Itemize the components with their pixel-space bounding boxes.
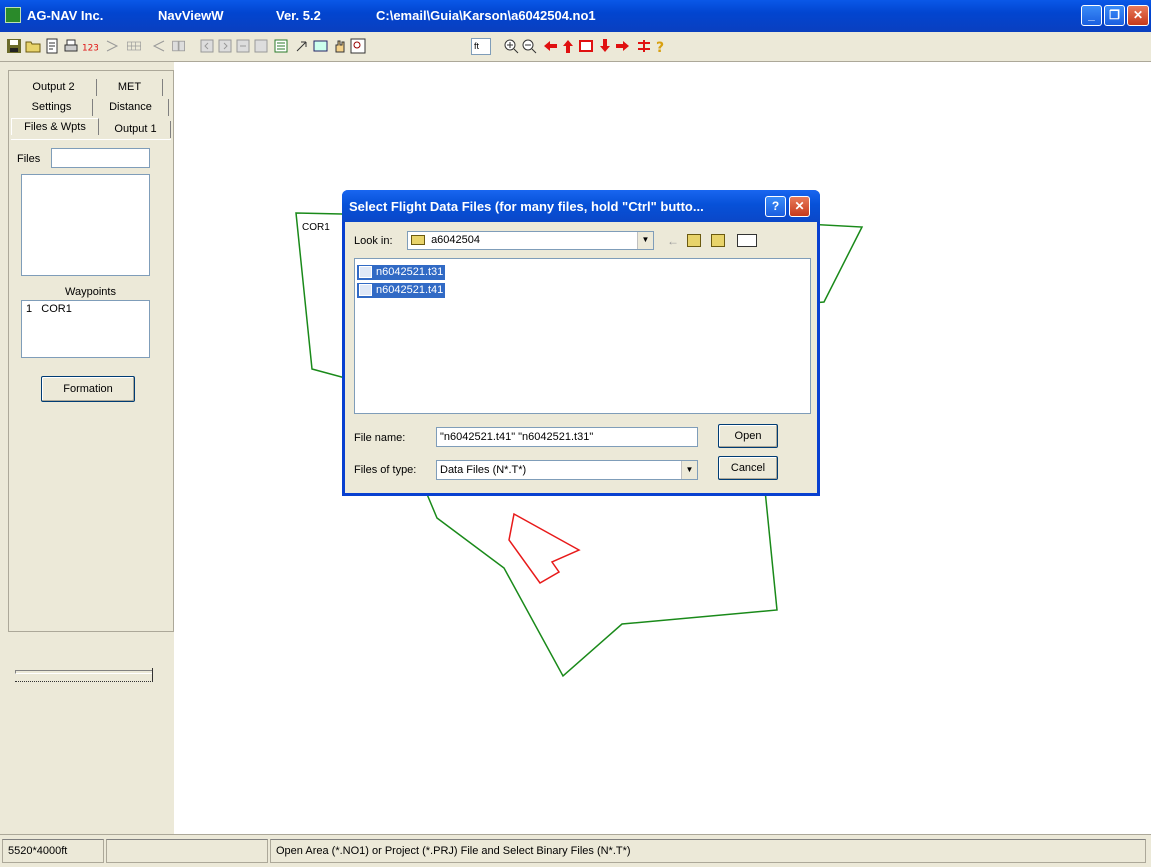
file-name: n6042521.t31 <box>376 266 444 278</box>
status-bar: 5520*4000ft Open Area (*.NO1) or Project… <box>0 834 1151 867</box>
files-of-type-select[interactable]: Data Files (N*.T*) ▼ <box>436 460 698 480</box>
help-icon[interactable]: ? <box>653 37 669 55</box>
app-icon <box>5 7 21 23</box>
tab-output-1[interactable]: Output 1 <box>101 121 171 138</box>
files-list[interactable] <box>21 174 150 276</box>
file-path: C:\email\Guia\Karson\a6042504.no1 <box>376 8 596 23</box>
back-icon[interactable]: ← <box>667 234 681 248</box>
files-label: Files <box>17 153 41 165</box>
status-message: Open Area (*.NO1) or Project (*.PRJ) Fil… <box>270 839 1146 863</box>
list-icon[interactable] <box>273 37 289 55</box>
center-icon[interactable] <box>578 37 594 55</box>
dialog-title: Select Flight Data Files (for many files… <box>349 199 704 214</box>
files-wpts-panel: Files Waypoints 1 COR1 Formation <box>11 139 171 682</box>
square-icon-4[interactable] <box>253 37 269 55</box>
open-folder-icon[interactable] <box>25 37 41 55</box>
book-icon[interactable] <box>169 37 189 55</box>
title-bar: AG-NAV Inc. NavViewW Ver. 5.2 C:\email\G… <box>0 0 1151 32</box>
svg-text:?: ? <box>656 40 664 54</box>
app-name: NavViewW <box>158 8 224 23</box>
select-files-dialog: Select Flight Data Files (for many files… <box>342 190 820 496</box>
file-list[interactable]: n6042521.t31 n6042521.t41 <box>354 258 811 414</box>
company-name: AG-NAV Inc. <box>27 8 104 23</box>
status-blank <box>106 839 268 863</box>
arrow-left-icon[interactable] <box>542 37 558 55</box>
polygon-label: COR1 <box>302 222 330 233</box>
slider[interactable] <box>15 668 153 684</box>
new-folder-icon[interactable] <box>711 234 725 247</box>
status-dimensions: 5520*4000ft <box>2 839 104 863</box>
file-name-label: File name: <box>354 432 406 444</box>
save-icon[interactable] <box>6 37 22 55</box>
zoom-out-icon[interactable] <box>521 37 537 55</box>
rectangle-icon[interactable] <box>313 37 329 55</box>
square-icon-3[interactable] <box>235 37 251 55</box>
waypoints-list[interactable]: 1 COR1 <box>21 300 150 358</box>
grid-icon[interactable] <box>122 37 146 55</box>
app-version: Ver. 5.2 <box>276 8 321 23</box>
tab-distance[interactable]: Distance <box>93 99 169 116</box>
file-name-input[interactable]: "n6042521.t41" "n6042521.t31" <box>436 427 698 447</box>
look-in-value: a6042504 <box>431 234 481 246</box>
waypoints-label: Waypoints <box>65 286 116 298</box>
list-item[interactable]: n6042521.t41 <box>357 283 446 298</box>
back-arrow-icon[interactable] <box>151 37 167 55</box>
formation-button[interactable]: Formation <box>41 376 135 402</box>
tab-output-2[interactable]: Output 2 <box>11 79 97 96</box>
square-icon-2[interactable] <box>217 37 233 55</box>
look-in-select[interactable]: a6042504 ▼ <box>407 231 654 250</box>
files-of-type-label: Files of type: <box>354 464 417 476</box>
arrow-up-icon[interactable] <box>560 37 576 55</box>
open-button[interactable]: Open <box>718 424 778 448</box>
chevron-down-icon[interactable]: ▼ <box>637 232 653 249</box>
scale-icon[interactable] <box>636 37 652 55</box>
chevron-down-icon[interactable]: ▼ <box>681 461 697 479</box>
folder-icon <box>411 235 425 246</box>
number-123-icon[interactable]: 123 <box>81 37 99 55</box>
data-file-icon <box>359 284 372 296</box>
files-input[interactable] <box>51 148 150 168</box>
data-file-icon <box>359 266 372 278</box>
zoom-box-icon[interactable] <box>350 37 366 55</box>
files-of-type-value: Data Files (N*.T*) <box>440 464 527 476</box>
file-name: n6042521.t41 <box>376 284 444 296</box>
hand-icon[interactable] <box>332 37 348 55</box>
waypoint-name: COR1 <box>41 303 72 315</box>
dialog-close-button[interactable]: ✕ <box>789 196 810 217</box>
toolbar: 123 ft ? <box>0 32 1151 62</box>
up-folder-icon[interactable] <box>687 234 701 247</box>
square-icon-1[interactable] <box>199 37 215 55</box>
left-panel: Output 2 MET Settings Distance Files & W… <box>8 70 174 682</box>
close-window-button[interactable]: ✕ <box>1127 5 1149 26</box>
forward-arrow-icon[interactable] <box>104 37 120 55</box>
view-menu-icon[interactable] <box>737 234 757 247</box>
unit-input[interactable]: ft <box>471 38 491 55</box>
arrow-down-icon[interactable] <box>597 37 613 55</box>
minimize-button[interactable]: _ <box>1081 5 1102 26</box>
zoom-in-icon[interactable] <box>503 37 519 55</box>
tab-files-wpts[interactable]: Files & Wpts <box>11 118 99 135</box>
dialog-title-bar: Select Flight Data Files (for many files… <box>342 190 820 222</box>
file-icon[interactable] <box>44 37 60 55</box>
restore-button[interactable]: ❐ <box>1104 5 1125 26</box>
tab-met[interactable]: MET <box>97 79 163 96</box>
tab-settings[interactable]: Settings <box>11 99 93 116</box>
list-item[interactable]: 1 COR1 <box>26 303 72 315</box>
look-in-label: Look in: <box>354 235 393 247</box>
dialog-help-button[interactable]: ? <box>765 196 786 217</box>
waypoint-number: 1 <box>26 303 33 315</box>
cancel-button[interactable]: Cancel <box>718 456 778 480</box>
pointer-icon[interactable] <box>294 37 310 55</box>
print-icon[interactable] <box>63 37 79 55</box>
slider-handle[interactable] <box>147 668 153 682</box>
arrow-right-icon[interactable] <box>615 37 631 55</box>
area-polygon <box>508 512 581 584</box>
list-item[interactable]: n6042521.t31 <box>357 265 446 280</box>
svg-text:123: 123 <box>82 43 98 53</box>
